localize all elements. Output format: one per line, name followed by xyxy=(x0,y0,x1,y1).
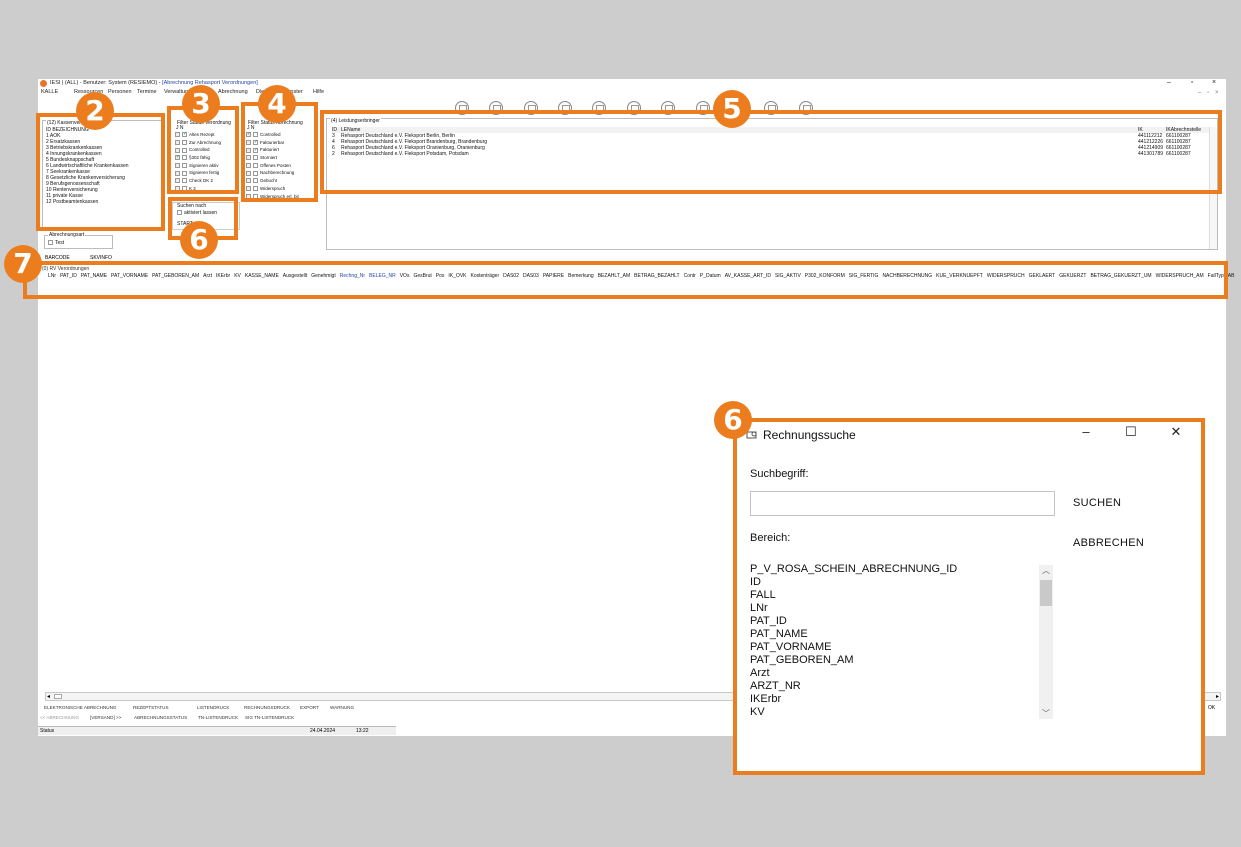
window-title: IESI | (ALL) - Benutzer: System (RESIEMO… xyxy=(50,80,258,86)
test-checkbox[interactable] xyxy=(48,240,53,246)
suchen-button[interactable]: SUCHEN xyxy=(1073,497,1121,509)
close-button[interactable]: × xyxy=(1209,79,1219,86)
tab-export[interactable]: EXPORT xyxy=(300,705,319,710)
annotation-box-7 xyxy=(23,261,1228,299)
tab-sig-tn-listendruck[interactable]: SIG TN-LISTENDRUCK xyxy=(245,715,294,720)
menu-termine[interactable]: Termine xyxy=(137,89,157,95)
list-item[interactable]: ARZT_NR xyxy=(750,680,1055,693)
test-checkbox-row[interactable]: Test xyxy=(48,240,64,246)
menu-abrechnung[interactable]: Abrechnung xyxy=(218,89,248,95)
tab-versand[interactable]: [VERSAND] >> xyxy=(90,715,121,720)
scroll-right-icon[interactable]: ▸ xyxy=(1216,693,1219,700)
title-bar: IESI | (ALL) - Benutzer: System (RESIEMO… xyxy=(38,79,1226,89)
status-time: 13:22 xyxy=(356,728,369,734)
status-bar: Status 24.04.2024 13:22 xyxy=(38,726,396,735)
tab-rechnungsdruck[interactable]: RECHNUNGSDRUCK xyxy=(244,705,290,710)
list-item[interactable]: Arzt xyxy=(750,667,1055,680)
badge-2: 2 xyxy=(76,92,114,130)
bereich-label: Bereich: xyxy=(750,532,791,544)
list-item[interactable]: PAT_ID xyxy=(750,615,1055,628)
annotation-box-5 xyxy=(320,110,1222,194)
list-item[interactable]: FALL xyxy=(750,589,1055,602)
badge-4: 4 xyxy=(258,85,296,123)
bereich-scroll-thumb[interactable] xyxy=(1040,580,1052,606)
tab-abrechnung-back[interactable]: << ABRECHNUNG xyxy=(40,715,79,720)
scroll-down-icon[interactable]: ﹀ xyxy=(1039,708,1053,719)
scroll-left-icon[interactable]: ◂ xyxy=(47,693,50,700)
status-label: Status xyxy=(40,728,55,734)
dialog-maximize-button[interactable]: ☐ xyxy=(1121,424,1141,440)
tab-warnung[interactable]: WARNUNG xyxy=(330,705,354,710)
tab-rezeptstatus[interactable]: REZEPTSTATUS xyxy=(133,705,169,710)
tab-tn-listendruck[interactable]: TN-LISTENDRUCK xyxy=(198,715,238,720)
abrechnungsart-group: Abrechnungsart Test xyxy=(44,232,113,249)
scroll-up-icon[interactable]: ︿ xyxy=(1039,565,1053,576)
badge-5: 5 xyxy=(713,90,751,128)
dialog-title: Rechnungssuche xyxy=(763,428,856,442)
bereich-list[interactable]: P_V_ROSA_SCHEIN_ABRECHNUNG_ID ID FALL LNr PA… xyxy=(750,563,1055,721)
menu-personen[interactable]: Personen xyxy=(108,89,132,95)
suchbegriff-label: Suchbegriff: xyxy=(750,468,809,480)
test-label: Test xyxy=(55,240,65,246)
maximize-button[interactable]: ▫ xyxy=(1187,79,1197,86)
dialog-close-button[interactable]: ✕ xyxy=(1166,424,1186,440)
list-item[interactable]: PAT_VORNAME xyxy=(750,641,1055,654)
column-header[interactable]: AB xyxy=(1228,273,1235,279)
abbrechen-button[interactable]: ABBRECHEN xyxy=(1073,537,1144,549)
rechnungssuche-dialog: Rechnungssuche – ☐ ✕ Suchbegriff: SUCHEN… xyxy=(737,422,1201,771)
mdi-minimize-icon[interactable]: – xyxy=(1198,90,1201,96)
badge-7: 7 xyxy=(4,245,42,283)
scroll-thumb[interactable] xyxy=(54,694,62,699)
annotation-box-2 xyxy=(36,113,165,231)
list-item[interactable]: PAT_GEBOREN_AM xyxy=(750,654,1055,667)
list-item[interactable]: LNr xyxy=(750,602,1055,615)
list-item[interactable]: PAT_NAME xyxy=(750,628,1055,641)
mdi-close-icon[interactable]: × xyxy=(1215,90,1219,96)
tab-listendruck[interactable]: LISTENDRUCK xyxy=(197,705,229,710)
status-date: 24.04.2024 xyxy=(310,728,336,734)
minimize-button[interactable]: – xyxy=(1164,79,1174,86)
abrechnungsart-title: Abrechnungsart xyxy=(48,232,86,238)
dialog-minimize-button[interactable]: – xyxy=(1076,424,1096,439)
suchbegriff-input[interactable] xyxy=(750,491,1055,516)
app-icon xyxy=(40,80,47,87)
menu-hilfe[interactable]: Hilfe xyxy=(313,89,324,95)
badge-6-small: 6 xyxy=(180,221,218,259)
mdi-restore-icon[interactable]: ▫ xyxy=(1207,90,1209,96)
tab-abrechnungsstatus[interactable]: ABRECHNUNGSSTATUS xyxy=(134,715,187,720)
list-item[interactable]: ID xyxy=(750,576,1055,589)
list-item[interactable]: KV xyxy=(750,706,1055,719)
menu-kalle[interactable]: KALLE xyxy=(41,89,58,95)
bereich-scrollbar[interactable]: ︿ ﹀ xyxy=(1039,565,1053,719)
list-item[interactable]: P_V_ROSA_SCHEIN_ABRECHNUNG_ID xyxy=(750,563,1055,576)
badge-3: 3 xyxy=(182,85,220,123)
tab-elektronische-abrechnung[interactable]: ELEKTRONISCHE ABRECHNUNG xyxy=(44,705,117,710)
list-item[interactable]: IKErbr xyxy=(750,693,1055,706)
badge-6-dialog: 6 xyxy=(714,401,752,439)
ok-button[interactable]: OK xyxy=(1208,705,1215,711)
